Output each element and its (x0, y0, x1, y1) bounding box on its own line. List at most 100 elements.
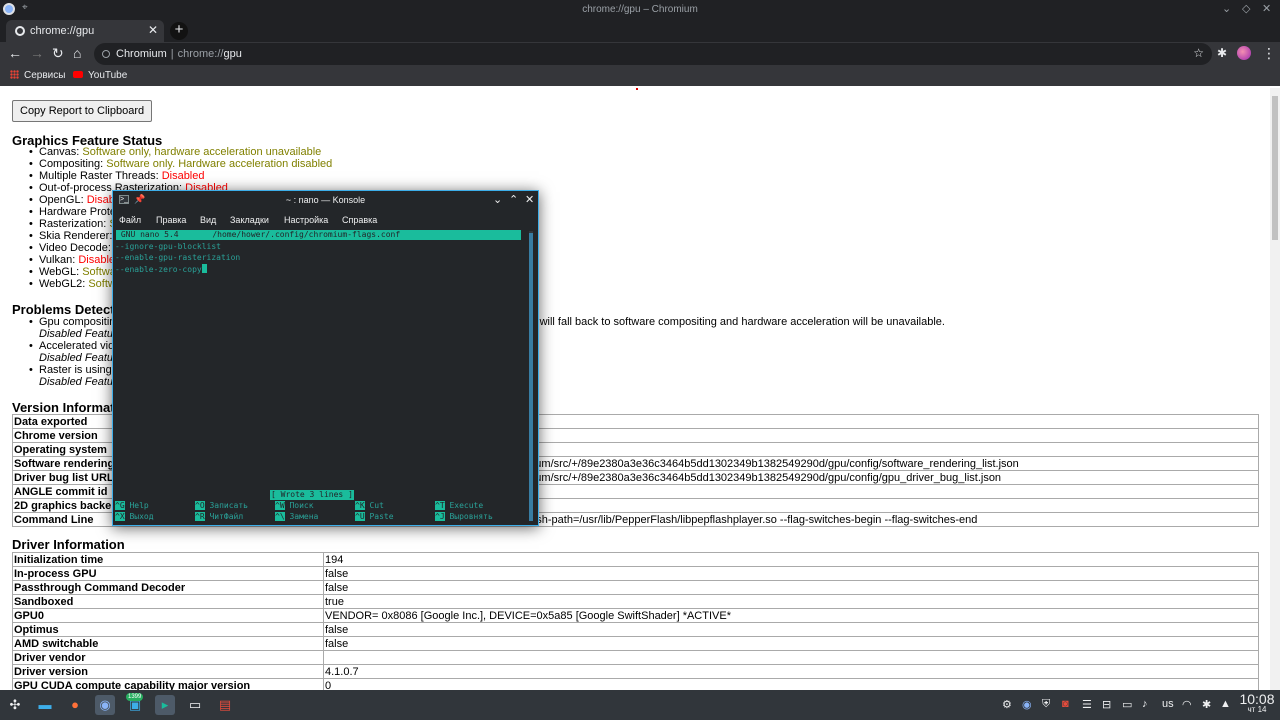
bluetooth-icon[interactable]: ✱ (1202, 698, 1211, 711)
wifi-icon[interactable]: ◠ (1182, 698, 1192, 711)
scrollbar-thumb[interactable] (1272, 96, 1278, 240)
table-key: Initialization time (12, 552, 324, 567)
table-row: Initialization time 194 (12, 552, 1259, 567)
maximize-icon[interactable]: ◇ (1242, 2, 1250, 15)
screenshot-icon[interactable]: ▤ (215, 695, 235, 715)
minimize-icon[interactable]: ⌄ (1222, 2, 1231, 15)
close-window-icon[interactable]: ✕ (1262, 2, 1271, 15)
chromium-taskbar-icon[interactable]: ◉ (95, 695, 115, 715)
firefox-icon[interactable]: ● (65, 695, 85, 715)
bookmark-youtube[interactable]: YouTube (73, 70, 127, 81)
table-row: Passthrough Command Decoder false (12, 580, 1259, 595)
table-row: AMD switchable false (12, 636, 1259, 651)
bookmark-star-icon[interactable]: ☆ (1193, 46, 1204, 60)
battery-icon[interactable]: ▭ (1122, 698, 1132, 711)
volume-icon[interactable]: ♪ (1142, 698, 1148, 710)
terminal-scrollbar-thumb[interactable] (529, 233, 533, 521)
shortcut-key: ^G (115, 501, 125, 510)
feature-label: Video Decode: (39, 242, 111, 254)
tray-clipboard-icon[interactable]: ☰ (1082, 698, 1092, 711)
nano-shortcut: ^J Выровнять (435, 512, 493, 522)
nano-status: [ Wrote 3 lines ] (270, 490, 354, 500)
minimize-icon[interactable]: ⌄ (493, 193, 502, 206)
forward-icon[interactable]: → (30, 45, 44, 61)
youtube-icon (73, 71, 83, 78)
feature-status-item: Vulkan: Disabled (29, 254, 121, 266)
home-icon[interactable]: ⌂ (73, 45, 81, 61)
nano-shortcut: ^W Поиск (275, 501, 314, 511)
feature-value: Software only, hardware acceleration una… (82, 146, 322, 158)
site-info-icon[interactable] (102, 50, 110, 58)
tray-expand-icon[interactable]: ▲ (1220, 698, 1231, 710)
back-icon[interactable]: ← (8, 45, 22, 61)
table-row: Optimus false (12, 622, 1259, 637)
close-icon[interactable]: ✕ (525, 193, 534, 206)
copy-report-button[interactable]: Copy Report to Clipboard (12, 100, 153, 122)
table-value: false (323, 580, 1259, 595)
terminal-taskbar-icon[interactable]: ▭ (185, 695, 205, 715)
menu-view[interactable]: Вид (200, 215, 216, 225)
konsole-window[interactable]: >_ 📌 ~ : nano — Konsole ⌄ ⌃ ✕ Файл Правк… (112, 190, 539, 526)
terminal-scrollbar[interactable] (529, 231, 533, 521)
tray-mail-icon[interactable]: ◙ (1062, 698, 1069, 710)
shortcut-key: ^T (435, 501, 445, 510)
konsole-taskbar-icon[interactable]: ▸ (155, 695, 175, 715)
table-row: GPU CUDA compute capability major versio… (12, 678, 1259, 690)
editor-line[interactable]: --ignore-gpu-blocklist (115, 242, 221, 251)
nano-header: GNU nano 5.4 /home/hower/.config/chromiu… (116, 230, 521, 240)
profile-avatar[interactable] (1237, 46, 1251, 60)
shortcut-label: ЧитФайл (209, 512, 244, 521)
menu-help[interactable]: Справка (342, 215, 377, 225)
keyboard-layout[interactable]: us (1162, 698, 1174, 710)
menu-bookmarks[interactable]: Закладки (230, 215, 269, 225)
shortcut-key: ^\ (275, 512, 285, 521)
feature-label: Multiple Raster Threads: (39, 170, 162, 182)
terminal-area[interactable]: GNU nano 5.4 /home/hower/.config/chromiu… (115, 229, 524, 524)
menu-edit[interactable]: Правка (156, 215, 186, 225)
table-value: 194 (323, 552, 1259, 567)
url-separator: | (170, 48, 174, 60)
tray-shield-icon[interactable]: ⛨ (1042, 698, 1050, 711)
menu-file[interactable]: Файл (119, 215, 141, 225)
nano-shortcut: ^K Cut (355, 501, 384, 511)
table-row: Sandboxed true (12, 594, 1259, 609)
maximize-icon[interactable]: ⌃ (509, 193, 518, 206)
tab-close-icon[interactable]: ✕ (148, 23, 158, 37)
editor-line[interactable]: --enable-zero-copy (115, 264, 207, 274)
menu-icon[interactable]: ⋮ (1262, 45, 1276, 62)
table-key: Sandboxed (12, 594, 324, 609)
nano-shortcut: ^O Записать (195, 501, 248, 511)
taskbar: ✣ ▬ ● ◉ ▣ 1399 ▸ ▭ ▤ ⚙ ◉ ⛨ ◙ ☰ ⊟ ▭ ♪ us … (0, 690, 1280, 720)
feature-label: Canvas: (39, 146, 83, 158)
page-scrollbar[interactable] (1270, 88, 1280, 690)
table-value: 4.1.0.7 (323, 664, 1259, 679)
tab-gpu[interactable]: chrome://gpu ✕ (6, 20, 164, 42)
table-key: Driver version (12, 664, 324, 679)
tray-network-icon[interactable]: ⊟ (1102, 698, 1111, 711)
tab-strip: chrome://gpu ✕ + (0, 18, 1280, 42)
url-text[interactable]: Chromium | chrome://gpu (116, 48, 242, 60)
tray-settings-icon[interactable]: ⚙ (1002, 698, 1012, 711)
tray-chromium-icon[interactable]: ◉ (1022, 698, 1032, 711)
table-row: GPU0 VENDOR= 0x8086 [Google Inc.], DEVICE… (12, 608, 1259, 623)
bookmark-apps-label: Сервисы (24, 70, 66, 81)
feature-label: WebGL2: (39, 278, 89, 290)
editor-line[interactable]: --enable-gpu-rasterization (115, 253, 240, 262)
table-key: In-process GPU (12, 566, 324, 581)
editor-line-text: --enable-zero-copy (115, 265, 202, 274)
menu-settings[interactable]: Настройка (284, 215, 328, 225)
new-tab-button[interactable]: + (170, 22, 188, 40)
tab-title: chrome://gpu (30, 25, 95, 37)
url-scheme: chrome:// (177, 48, 224, 60)
file-manager-icon[interactable]: ▬ (35, 695, 55, 715)
address-bar[interactable]: Chromium | chrome://gpu ☆ (94, 43, 1212, 65)
feature-label: Compositing: (39, 158, 107, 170)
bookmark-apps[interactable]: Сервисы (10, 70, 65, 81)
reload-icon[interactable]: ↻ (52, 45, 64, 62)
clock[interactable]: 10:08 чт 14 (1237, 691, 1277, 714)
feature-label: Vulkan: (39, 254, 79, 266)
app-launcher-icon[interactable]: ✣ (5, 695, 25, 715)
shortcut-label: Замена (289, 512, 319, 521)
extensions-icon[interactable]: ✱ (1217, 46, 1227, 60)
shortcut-key: ^X (115, 512, 125, 521)
